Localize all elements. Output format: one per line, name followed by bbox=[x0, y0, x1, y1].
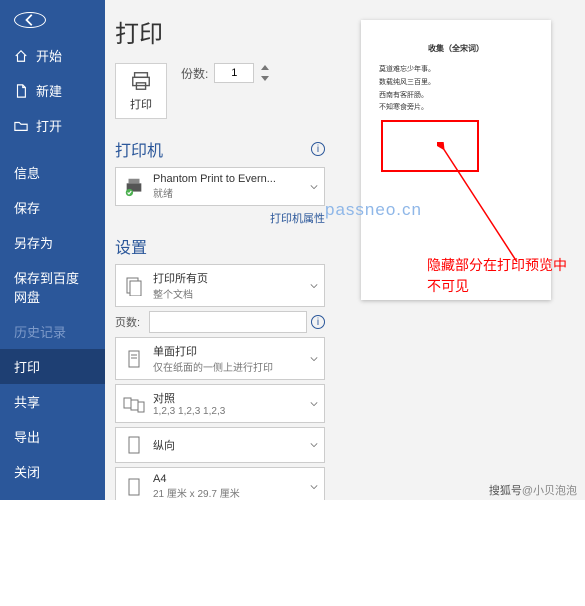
nav-account[interactable]: 帐户 bbox=[0, 501, 105, 536]
nav-info[interactable]: 信息 bbox=[0, 155, 105, 190]
nav-share[interactable]: 共享 bbox=[0, 384, 105, 419]
nav-label: 导出 bbox=[14, 427, 40, 446]
nav-history: 历史记录 bbox=[0, 314, 105, 349]
nav-label: 历史记录 bbox=[14, 322, 66, 341]
printer-name: Phantom Print to Evern... bbox=[153, 173, 303, 185]
nav-label: 新建 bbox=[36, 81, 62, 100]
nav-savebaidu[interactable]: 保存到百度网盘 bbox=[0, 260, 105, 314]
nav-export[interactable]: 导出 bbox=[0, 419, 105, 454]
annotation-text: 隐藏部分在打印预览中 不可见 bbox=[427, 255, 567, 297]
doc-line: 数载纯风三百里。 bbox=[379, 77, 533, 90]
nav-label: 打开 bbox=[36, 116, 62, 135]
doc-line: 西南有客肝肠。 bbox=[379, 90, 533, 103]
nav-home[interactable]: 开始 bbox=[0, 38, 105, 73]
nav-label: 另存为 bbox=[14, 233, 53, 252]
nav-label: 关闭 bbox=[14, 462, 40, 481]
back-button[interactable] bbox=[14, 12, 46, 28]
page-title: 打印 bbox=[115, 14, 325, 49]
printer-device-icon bbox=[122, 175, 146, 199]
collate-icon bbox=[122, 392, 146, 416]
nav-label: 打印 bbox=[14, 357, 40, 376]
nav-close[interactable]: 关闭 bbox=[0, 454, 105, 489]
file-icon bbox=[14, 84, 28, 98]
printer-properties-link[interactable]: 打印机属性 bbox=[115, 210, 325, 226]
nav-label: 帐户 bbox=[14, 509, 40, 528]
nav-new[interactable]: 新建 bbox=[0, 73, 105, 108]
page-size-icon bbox=[122, 475, 146, 499]
nav-label: 信息 bbox=[14, 163, 40, 182]
nav-open[interactable]: 打开 bbox=[0, 108, 105, 143]
orientation-dropdown[interactable]: 纵向 bbox=[115, 427, 325, 463]
nav-label: 开始 bbox=[36, 46, 62, 65]
copies-field: 份数: bbox=[181, 63, 270, 83]
doc-title: 收集（全宋词） bbox=[379, 42, 533, 56]
chevron-down-icon bbox=[310, 183, 318, 191]
single-side-icon bbox=[122, 347, 146, 371]
nav-save[interactable]: 保存 bbox=[0, 190, 105, 225]
pages-input[interactable] bbox=[149, 311, 307, 333]
nav-print[interactable]: 打印 bbox=[0, 349, 105, 384]
chevron-down-icon bbox=[310, 483, 318, 491]
pages-label: 页数: bbox=[115, 314, 145, 330]
copies-input[interactable] bbox=[214, 63, 254, 83]
doc-line: 不知寒食旁片。 bbox=[379, 102, 533, 115]
doc-line: 莫道难忘少年事。 bbox=[379, 64, 533, 77]
printer-dropdown[interactable]: Phantom Print to Evern... 就绪 bbox=[115, 167, 325, 206]
watermark: passneo.cn bbox=[325, 200, 422, 220]
nav-options[interactable]: 选项 bbox=[0, 571, 105, 606]
print-range-dropdown[interactable]: 打印所有页整个文档 bbox=[115, 264, 325, 307]
nav-feedback[interactable]: 反馈 bbox=[0, 536, 105, 571]
folder-icon bbox=[14, 119, 28, 133]
chevron-down-icon bbox=[310, 355, 318, 363]
copies-label: 份数: bbox=[181, 65, 208, 82]
printer-icon bbox=[130, 70, 152, 92]
collate-dropdown[interactable]: 对照1,2,3 1,2,3 1,2,3 bbox=[115, 384, 325, 423]
nav-label: 反馈 bbox=[14, 544, 40, 563]
printer-status: 就绪 bbox=[153, 185, 303, 200]
footer-credit: 搜狐号@小贝泡泡 bbox=[489, 482, 577, 498]
chevron-down-icon bbox=[310, 441, 318, 449]
chevron-down-icon bbox=[310, 400, 318, 408]
info-icon[interactable]: i bbox=[311, 142, 325, 156]
sides-dropdown[interactable]: 单面打印仅在纸面的一侧上进行打印 bbox=[115, 337, 325, 380]
print-button-label: 打印 bbox=[130, 96, 152, 112]
home-icon bbox=[14, 49, 28, 63]
portrait-icon bbox=[122, 433, 146, 457]
info-icon[interactable]: i bbox=[311, 315, 325, 329]
printer-heading: 打印机 bbox=[115, 137, 163, 161]
pages-icon bbox=[122, 274, 146, 298]
annotation-box bbox=[381, 120, 479, 172]
nav-label: 保存到百度网盘 bbox=[14, 268, 91, 306]
nav-label: 共享 bbox=[14, 392, 40, 411]
papersize-dropdown[interactable]: A421 厘米 x 29.7 厘米 bbox=[115, 467, 325, 500]
nav-label: 选项 bbox=[14, 579, 40, 598]
nav-label: 保存 bbox=[14, 198, 40, 217]
stepper-icon[interactable] bbox=[260, 64, 270, 82]
print-button[interactable]: 打印 bbox=[115, 63, 167, 119]
nav-saveas[interactable]: 另存为 bbox=[0, 225, 105, 260]
settings-heading: 设置 bbox=[115, 234, 147, 258]
chevron-down-icon bbox=[310, 282, 318, 290]
